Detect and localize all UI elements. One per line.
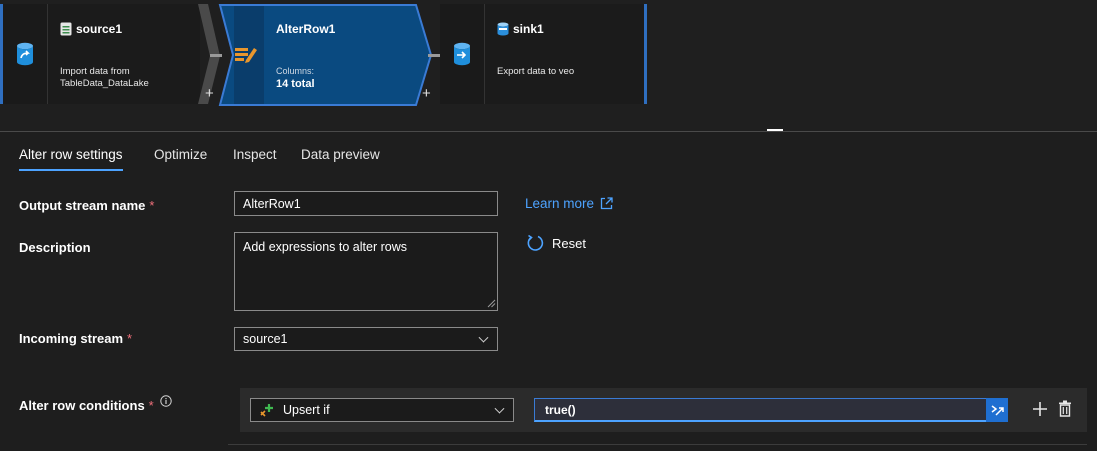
condition-row: Upsert if true() xyxy=(240,388,1087,432)
add-condition-icon[interactable] xyxy=(1032,401,1048,417)
delete-condition-icon[interactable] xyxy=(1058,400,1072,417)
required-mark: * xyxy=(148,398,154,413)
tab-data-preview[interactable]: Data preview xyxy=(301,140,380,170)
info-icon[interactable] xyxy=(160,395,173,407)
alter-row-node[interactable]: AlterRow1 Columns: 14 total xyxy=(218,4,428,104)
source-description: Import data from TableData_DataLake xyxy=(60,66,149,89)
sink-description: Export data to veo xyxy=(497,66,575,77)
required-mark: * xyxy=(149,198,155,213)
expression-builder-icon xyxy=(991,404,1004,416)
external-link-icon xyxy=(600,197,613,210)
settings-tabs: Alter row settings Optimize Inspect Data… xyxy=(0,140,1097,172)
alter-row-title: AlterRow1 xyxy=(276,22,336,36)
description-input[interactable]: Add expressions to alter rows xyxy=(234,232,498,311)
tab-alter-row-settings[interactable]: Alter row settings xyxy=(19,140,123,171)
sql-database-icon xyxy=(497,22,509,36)
tab-optimize[interactable]: Optimize xyxy=(154,140,207,170)
output-stream-label: Output stream name * xyxy=(19,198,155,213)
condition-type-select[interactable]: Upsert if xyxy=(250,398,514,422)
alter-row-icon xyxy=(235,48,257,63)
sink-title: sink1 xyxy=(513,22,544,36)
panel-splitter[interactable] xyxy=(0,131,1097,132)
required-mark: * xyxy=(127,331,133,346)
chevron-down-icon xyxy=(478,332,489,343)
tab-inspect[interactable]: Inspect xyxy=(233,140,277,170)
add-transform-button[interactable]: + xyxy=(422,85,431,102)
condition-expression-input[interactable]: true() xyxy=(534,398,1008,422)
columns-count: 14 total xyxy=(276,78,315,90)
database-source-icon xyxy=(17,42,33,66)
alter-row-conditions-label: Alter row conditions * xyxy=(19,395,173,413)
columns-label: Columns: xyxy=(276,66,315,76)
source-strip xyxy=(3,4,48,104)
sink-strip xyxy=(440,4,485,104)
sink-node[interactable]: sink1 Export data to veo xyxy=(440,4,647,104)
section-divider xyxy=(228,444,1087,445)
table-icon xyxy=(60,22,72,36)
source-title: source1 xyxy=(76,22,123,36)
upsert-icon xyxy=(260,404,273,417)
chevron-down-icon xyxy=(494,403,505,414)
learn-more-link[interactable]: Learn more xyxy=(525,196,613,211)
description-label: Description xyxy=(19,240,91,255)
resize-grip-icon[interactable] xyxy=(487,299,496,308)
incoming-stream-select[interactable]: source1 xyxy=(234,327,498,351)
database-sink-icon xyxy=(454,42,470,66)
data-flow-canvas: source1 Import data from TableData_DataL… xyxy=(0,0,1097,132)
source-node[interactable]: source1 Import data from TableData_DataL… xyxy=(0,4,200,104)
incoming-stream-label: Incoming stream * xyxy=(19,331,133,346)
reset-button[interactable]: Reset xyxy=(526,234,586,252)
add-transform-button[interactable]: + xyxy=(205,85,214,102)
refresh-icon xyxy=(527,234,544,251)
output-stream-input[interactable] xyxy=(234,191,498,216)
splitter-grip[interactable] xyxy=(767,129,783,131)
expression-builder-button[interactable] xyxy=(986,398,1008,422)
